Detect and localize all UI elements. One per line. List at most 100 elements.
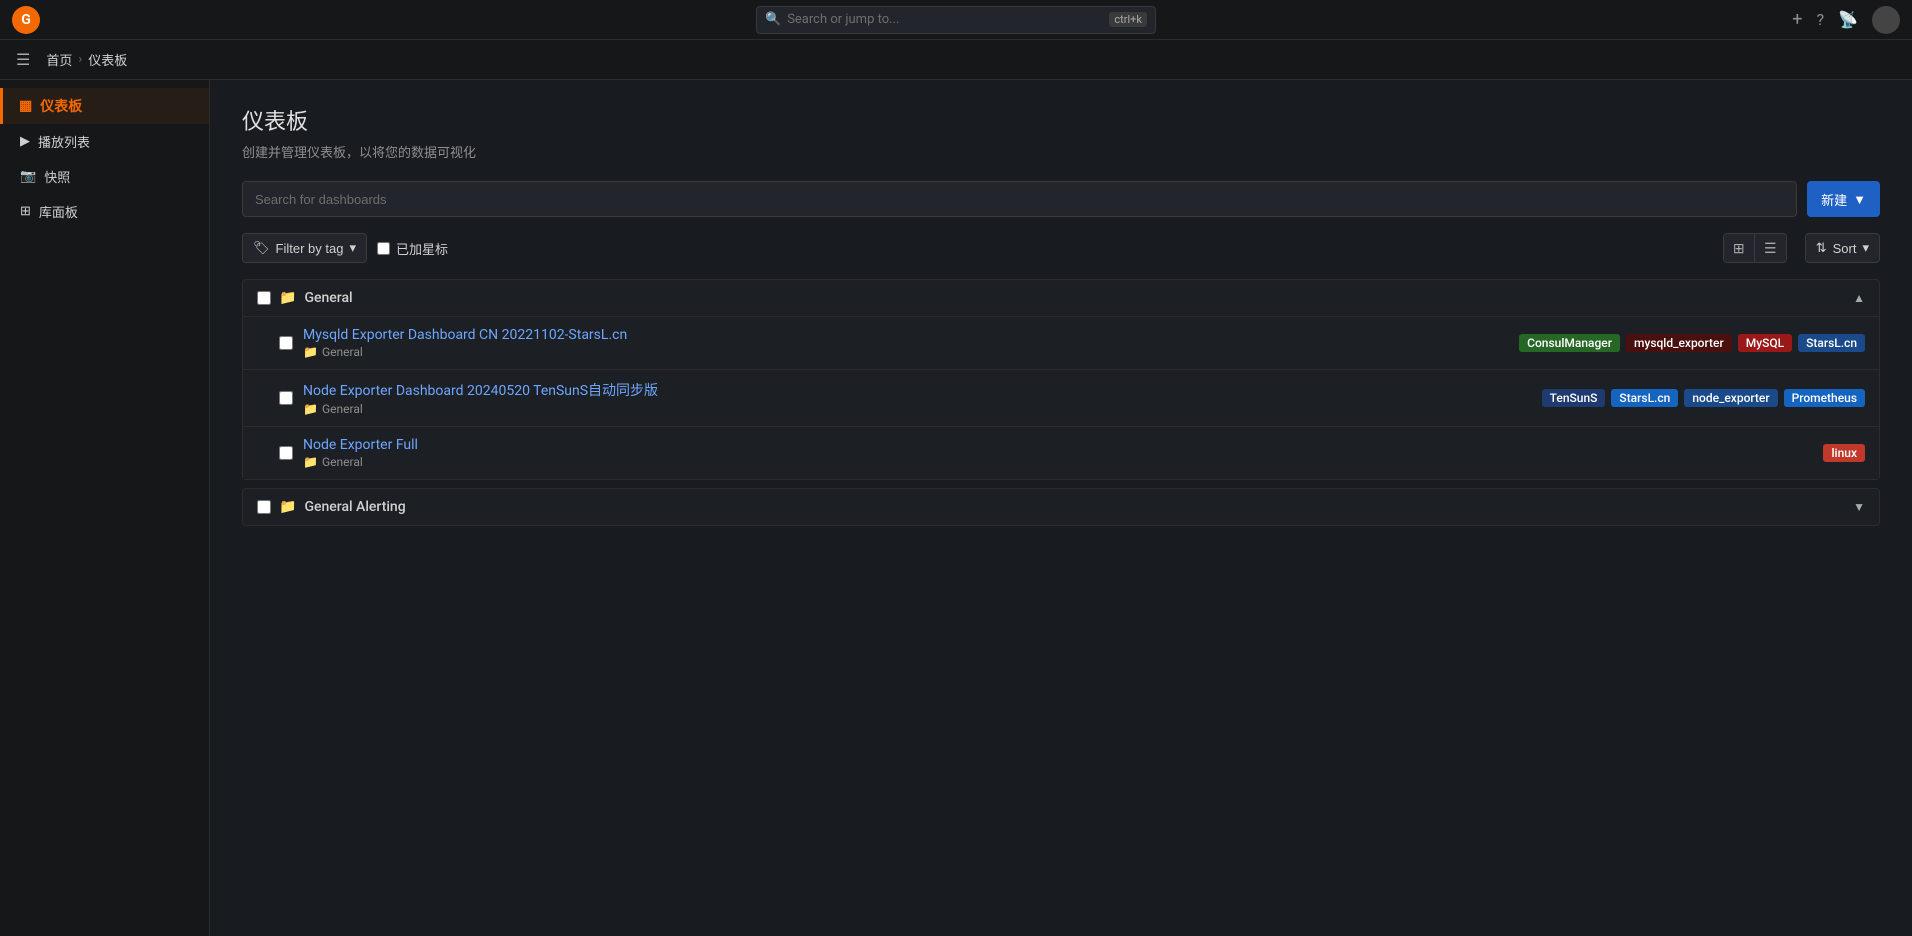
item-name-1[interactable]: Mysqld Exporter Dashboard CN 20221102-St… [303, 327, 1509, 343]
item-tags-3: linux [1823, 444, 1865, 462]
folder-icon-alerting: 📁 [279, 499, 296, 515]
topnav-left: G [12, 6, 40, 34]
dashboards-icon: ▦ [19, 98, 32, 114]
item-checkbox-2[interactable] [279, 391, 293, 405]
item-info-1: Mysqld Exporter Dashboard CN 20221102-St… [303, 327, 1509, 359]
filter-by-tag-button[interactable]: 🏷 Filter by tag ▾ [242, 233, 367, 263]
folder-general-name: General [304, 290, 1845, 306]
item-folder-icon-2: 📁 [303, 402, 318, 416]
item-info-2: Node Exporter Dashboard 20240520 TenSunS… [303, 380, 1532, 416]
sidebar-item-playlists[interactable]: ▶ 播放列表 [0, 124, 209, 159]
topnav-center: 🔍 Search or jump to... ctrl+k [756, 6, 1156, 34]
folder-alerting-chevron: ▼ [1853, 500, 1865, 514]
starred-label: 已加星标 [396, 239, 448, 258]
hamburger-icon[interactable]: ☰ [16, 50, 30, 69]
list-view-button[interactable]: ☰ [1755, 233, 1787, 263]
item-folder-text-1: General [322, 345, 363, 359]
tag-linux[interactable]: linux [1823, 444, 1865, 462]
starred-filter[interactable]: 已加星标 [377, 239, 448, 258]
main-layout: ▦ 仪表板 ▶ 播放列表 📷 快照 ⊞ 库面板 仪表板 创建并管理仪表板，以将您… [0, 80, 1912, 936]
filter-row: 🏷 Filter by tag ▾ 已加星标 ⊞ ☰ ⇅ Sort ▾ [242, 233, 1880, 263]
sidebar-item-snapshots[interactable]: 📷 快照 [0, 159, 209, 194]
sidebar-item-library-panels[interactable]: ⊞ 库面板 [0, 194, 209, 229]
global-search-bar[interactable]: 🔍 Search or jump to... ctrl+k [756, 6, 1156, 34]
grafana-logo[interactable]: G [12, 6, 40, 34]
tag-mysql[interactable]: MySQL [1738, 334, 1792, 352]
item-name-2[interactable]: Node Exporter Dashboard 20240520 TenSunS… [303, 380, 1532, 400]
item-folder-text-2: General [322, 402, 363, 416]
folder-general-checkbox[interactable] [257, 291, 271, 305]
sort-button[interactable]: ⇅ Sort ▾ [1805, 233, 1880, 263]
new-dashboard-button[interactable]: 新建 ▼ [1807, 181, 1880, 217]
folder-alerting-checkbox[interactable] [257, 500, 271, 514]
tag-consulmanager[interactable]: ConsulManager [1519, 334, 1620, 352]
filter-tag-chevron: ▾ [349, 240, 356, 256]
tag-prometheus[interactable]: Prometheus [1784, 389, 1865, 407]
list-view-icon: ☰ [1764, 240, 1777, 257]
item-folder-2: 📁 General [303, 402, 1532, 416]
main-content: 仪表板 创建并管理仪表板，以将您的数据可视化 新建 ▼ 🏷 Filter by … [210, 80, 1912, 936]
search-placeholder-text: Search or jump to... [787, 12, 899, 27]
sidebar-section-dashboards[interactable]: ▦ 仪表板 [0, 88, 209, 124]
logo-text: G [21, 12, 31, 28]
sort-label: Sort [1833, 241, 1857, 256]
help-icon[interactable]: ? [1817, 10, 1825, 29]
search-row: 新建 ▼ [242, 181, 1880, 217]
tag-starsl-cn-1[interactable]: StarsL.cn [1798, 334, 1865, 352]
playlists-icon: ▶ [20, 134, 30, 149]
filter-tag-label: Filter by tag [276, 241, 344, 256]
search-icon: 🔍 [765, 12, 781, 27]
tag-icon: 🏷 [253, 240, 270, 256]
tag-starsl-cn-2[interactable]: StarsL.cn [1611, 389, 1678, 407]
item-folder-icon-3: 📁 [303, 455, 318, 469]
breadcrumb-home[interactable]: 首页 [46, 50, 72, 69]
view-toggle: ⊞ ☰ [1723, 233, 1787, 263]
add-icon[interactable]: + [1792, 9, 1802, 30]
dashboard-item: Node Exporter Dashboard 20240520 TenSunS… [243, 370, 1879, 427]
sidebar-item-label-snapshots: 快照 [44, 167, 70, 186]
notifications-icon[interactable]: 📡 [1838, 10, 1858, 29]
card-view-button[interactable]: ⊞ [1723, 233, 1755, 263]
library-icon: ⊞ [20, 204, 31, 219]
folder-alerting-header[interactable]: 📁 General Alerting ▼ [243, 489, 1879, 525]
new-button-label: 新建 [1821, 190, 1847, 209]
dashboard-search-input[interactable] [242, 181, 1797, 217]
item-folder-1: 📁 General [303, 345, 1509, 359]
sidebar: ▦ 仪表板 ▶ 播放列表 📷 快照 ⊞ 库面板 [0, 80, 210, 936]
sidebar-section-label: 仪表板 [40, 96, 82, 116]
item-folder-text-3: General [322, 455, 363, 469]
item-checkbox-3[interactable] [279, 446, 293, 460]
item-tags-2: TenSunS StarsL.cn node_exporter Promethe… [1542, 389, 1865, 407]
search-shortcut: ctrl+k [1109, 12, 1147, 27]
item-info-3: Node Exporter Full 📁 General [303, 437, 1813, 469]
tag-node-exporter[interactable]: node_exporter [1684, 389, 1777, 407]
page-subtitle: 创建并管理仪表板，以将您的数据可视化 [242, 142, 1880, 161]
folder-general-chevron: ▲ [1853, 291, 1865, 305]
starred-checkbox[interactable] [377, 242, 390, 255]
item-checkbox-1[interactable] [279, 336, 293, 350]
folder-general: 📁 General ▲ Mysqld Exporter Dashboard CN… [242, 279, 1880, 480]
avatar[interactable] [1872, 6, 1900, 34]
dashboard-list: 📁 General ▲ Mysqld Exporter Dashboard CN… [242, 279, 1880, 526]
breadcrumb-current: 仪表板 [88, 50, 127, 69]
sort-icon: ⇅ [1816, 240, 1827, 256]
card-view-icon: ⊞ [1733, 240, 1745, 257]
dashboard-item: Node Exporter Full 📁 General linux [243, 427, 1879, 479]
item-name-3[interactable]: Node Exporter Full [303, 437, 1813, 453]
item-folder-3: 📁 General [303, 455, 1813, 469]
item-folder-icon-1: 📁 [303, 345, 318, 359]
item-tags-1: ConsulManager mysqld_exporter MySQL Star… [1519, 334, 1865, 352]
snapshots-icon: 📷 [20, 169, 36, 184]
new-button-chevron: ▼ [1853, 192, 1866, 207]
page-title: 仪表板 [242, 104, 1880, 136]
folder-icon-general: 📁 [279, 290, 296, 306]
dashboard-item: Mysqld Exporter Dashboard CN 20221102-St… [243, 317, 1879, 370]
tag-mysqld-exporter[interactable]: mysqld_exporter [1626, 334, 1732, 352]
folder-general-header[interactable]: 📁 General ▲ [243, 280, 1879, 317]
tag-tensuns[interactable]: TenSunS [1542, 389, 1606, 407]
folder-general-alerting: 📁 General Alerting ▼ [242, 488, 1880, 526]
breadcrumb-sep: › [78, 52, 82, 67]
breadcrumb-bar: ☰ 首页 › 仪表板 [0, 40, 1912, 80]
topnav-right: + ? 📡 [1792, 6, 1900, 34]
sidebar-item-label-library: 库面板 [39, 202, 78, 221]
